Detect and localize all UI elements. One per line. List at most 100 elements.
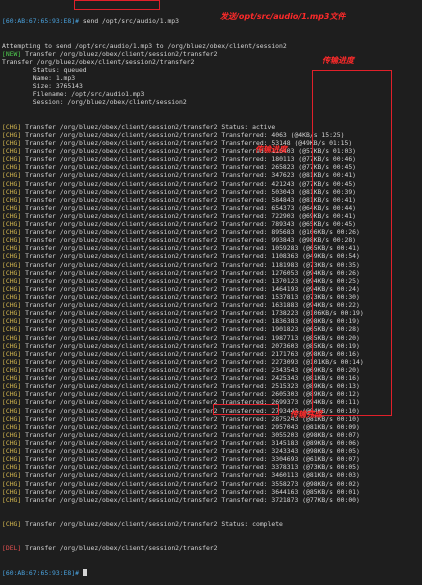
transfer-path: Transfer /org/bluez/obex/client/session2… bbox=[25, 244, 218, 253]
chg-tag: [CHG] bbox=[2, 228, 22, 237]
transferred-value: 1537813 (@73KB/s 00:30) bbox=[271, 293, 360, 302]
terminal-output[interactable]: [60:AB:67:65:93:E8]# send /opt/src/audio… bbox=[2, 1, 422, 585]
transferred-label: Transferred: bbox=[221, 349, 268, 358]
transferred-label: Transferred: bbox=[221, 268, 268, 277]
progress-line: [CHG] Transfer /org/bluez/obex/client/se… bbox=[2, 334, 422, 342]
header-line: Session: /org/bluez/obex/client/session2 bbox=[2, 98, 187, 107]
transfer-path: Transfer /org/bluez/obex/client/session2… bbox=[25, 422, 218, 431]
header-line: Transfer /org/bluez/obex/client/session2… bbox=[2, 57, 195, 66]
progress-line: [CHG] Transfer /org/bluez/obex/client/se… bbox=[2, 293, 422, 301]
final-prompt: [60:AB:67:65:93:E8]# bbox=[2, 568, 79, 577]
transfer-path: Transfer /org/bluez/obex/client/session2… bbox=[25, 268, 218, 277]
transferred-value: 584843 (@81KB/s 00:41) bbox=[271, 195, 357, 204]
chg-tag: [CHG] bbox=[2, 439, 22, 447]
progress-line: [CHG] Transfer /org/bluez/obex/client/se… bbox=[2, 447, 422, 455]
transferred-value: 3304693 (@61KB/s 00:07) bbox=[271, 455, 360, 464]
transferred-label: Transferred: bbox=[221, 252, 268, 261]
transferred-label: Transferred: bbox=[221, 293, 268, 302]
transfer-path: Transfer /org/bluez/obex/client/session2… bbox=[25, 357, 218, 366]
chg-tag: [CHG] bbox=[2, 163, 22, 172]
chg-tag: [CHG] bbox=[2, 430, 22, 439]
chg-tag: [CHG] bbox=[2, 374, 22, 383]
new-tag: [NEW] bbox=[2, 49, 22, 58]
chg-tag: [CHG] bbox=[2, 260, 22, 269]
transfer-path: Transfer /org/bluez/obex/client/session2… bbox=[25, 455, 218, 464]
transferred-value: 1370123 (@94KB/s 00:25) bbox=[271, 276, 360, 285]
chg-tag: [CHG] bbox=[2, 276, 22, 285]
chg-tag: [CHG] bbox=[2, 341, 22, 350]
transfer-path: Transfer /org/bluez/obex/client/session2… bbox=[25, 228, 218, 237]
transferred-label: Transferred: bbox=[221, 374, 268, 383]
progress-line: [CHG] Transfer /org/bluez/obex/client/se… bbox=[2, 398, 422, 406]
transferred-value: 1987713 (@85KB/s 00:20) bbox=[271, 333, 360, 342]
chg-tag: [CHG] bbox=[2, 236, 22, 245]
progress-line: [CHG] Transfer /org/bluez/obex/client/se… bbox=[2, 171, 422, 179]
chg-tag: [CHG] bbox=[2, 463, 22, 472]
transferred-label: Transferred: bbox=[221, 309, 268, 318]
chg-tag: [CHG] bbox=[2, 495, 22, 504]
progress-line: [CHG] Transfer /org/bluez/obex/client/se… bbox=[2, 350, 422, 358]
progress-line: [CHG] Transfer /org/bluez/obex/client/se… bbox=[2, 155, 422, 163]
transfer-path: Transfer /org/bluez/obex/client/session2… bbox=[25, 220, 218, 229]
transfer-path: Transfer /org/bluez/obex/client/session2… bbox=[25, 398, 218, 407]
transferred-value: 3145183 (@89KB/s 00:06) bbox=[271, 439, 360, 447]
chg-tag: [CHG] bbox=[2, 122, 22, 131]
transferred-label: Transferred: bbox=[221, 422, 268, 431]
chg-tag: [CHG] bbox=[2, 471, 22, 480]
transferred-value: 1059283 (@65KB/s 00:41) bbox=[271, 244, 360, 253]
prompt: [60:AB:67:65:93:E8]# bbox=[2, 17, 79, 26]
complete-annotation: 传输完成 bbox=[290, 410, 322, 419]
transfer-path: Transfer /org/bluez/obex/client/session2… bbox=[25, 439, 218, 447]
header-line: Filename: /opt/src/audio1.mp3 bbox=[2, 90, 145, 99]
progress-line: [CHG] Transfer /org/bluez/obex/client/se… bbox=[2, 423, 422, 431]
chg-tag: [CHG] bbox=[2, 187, 22, 196]
transfer-path: Transfer /org/bluez/obex/client/session2… bbox=[25, 366, 218, 375]
transferred-label: Transferred: bbox=[221, 463, 268, 472]
progress-line: [CHG] Transfer /org/bluez/obex/client/se… bbox=[2, 480, 422, 488]
chg-tag: [CHG] bbox=[2, 244, 22, 253]
transfer-path: Transfer /org/bluez/obex/client/session2… bbox=[25, 187, 218, 196]
chg-tag: [CHG] bbox=[2, 382, 22, 391]
transferred-value: 1631883 (@94KB/s 00:22) bbox=[271, 301, 360, 310]
transferred-label: Transferred: bbox=[221, 366, 268, 375]
transfer-path: Transfer /org/bluez/obex/client/session2… bbox=[25, 147, 218, 156]
progress-line: [CHG] Transfer /org/bluez/obex/client/se… bbox=[2, 188, 422, 196]
progress-line: [CHG] Transfer /org/bluez/obex/client/se… bbox=[2, 261, 422, 269]
transferred-value: 722903 (@69KB/s 00:41) bbox=[271, 211, 357, 220]
transfer-path: Transfer /org/bluez/obex/client/session2… bbox=[25, 471, 218, 480]
transfer-path: Transfer /org/bluez/obex/client/session2… bbox=[25, 293, 218, 302]
transferred-value: 789343 (@65KB/s 00:45) bbox=[271, 220, 357, 229]
transfer-path: Transfer /org/bluez/obex/client/session2… bbox=[25, 317, 218, 326]
transferred-value: 2425343 (@81KB/s 00:16) bbox=[271, 374, 360, 383]
transfer-path: Transfer /org/bluez/obex/client/session2… bbox=[25, 122, 218, 131]
transferred-label: Transferred: bbox=[221, 203, 268, 212]
transfer-path: Transfer /org/bluez/obex/client/session2… bbox=[25, 463, 218, 472]
progress-line: [CHG] Transfer /org/bluez/obex/client/se… bbox=[2, 244, 422, 252]
transferred-label: Transferred: bbox=[221, 171, 268, 180]
chg-tag: [CHG] bbox=[2, 390, 22, 399]
progress-line: [CHG] Transfer /org/bluez/obex/client/se… bbox=[2, 471, 422, 479]
progress-line: [CHG] Transfer /org/bluez/obex/client/se… bbox=[2, 147, 422, 155]
chg-tag: [CHG] bbox=[2, 195, 22, 204]
progress-line: [CHG] Transfer /org/bluez/obex/client/se… bbox=[2, 212, 422, 220]
transferred-value: 347623 (@81KB/s 00:41) bbox=[271, 171, 357, 180]
transfer-path: Transfer /org/bluez/obex/client/session2… bbox=[25, 252, 218, 261]
chg-tag: [CHG] bbox=[2, 155, 22, 164]
status-active: Status: active bbox=[221, 122, 276, 131]
chg-tag: [CHG] bbox=[2, 301, 22, 310]
chg-tag: [CHG] bbox=[2, 293, 22, 302]
transferred-label: Transferred: bbox=[221, 390, 268, 399]
progress-line: [CHG] Transfer /org/bluez/obex/client/se… bbox=[2, 139, 422, 147]
progress-line: [CHG] Transfer /org/bluez/obex/client/se… bbox=[2, 204, 422, 212]
transferred-label: Transferred: bbox=[221, 244, 268, 253]
transferred-label: Transferred: bbox=[221, 414, 268, 423]
del-line: [DEL] Transfer /org/bluez/obex/client/se… bbox=[2, 544, 422, 552]
transferred-label: Transferred: bbox=[221, 211, 268, 220]
chg-tag: [CHG] bbox=[2, 447, 22, 456]
transfer-path: Transfer /org/bluez/obex/client/session2… bbox=[25, 179, 218, 188]
progress-line: [CHG] Transfer /org/bluez/obex/client/se… bbox=[2, 252, 422, 260]
transfer-path: Transfer /org/bluez/obex/client/session2… bbox=[25, 138, 218, 147]
chg-tag: [CHG] bbox=[2, 333, 22, 342]
transferred-label: Transferred: bbox=[221, 406, 268, 415]
chg-tag: [CHG] bbox=[2, 211, 22, 220]
